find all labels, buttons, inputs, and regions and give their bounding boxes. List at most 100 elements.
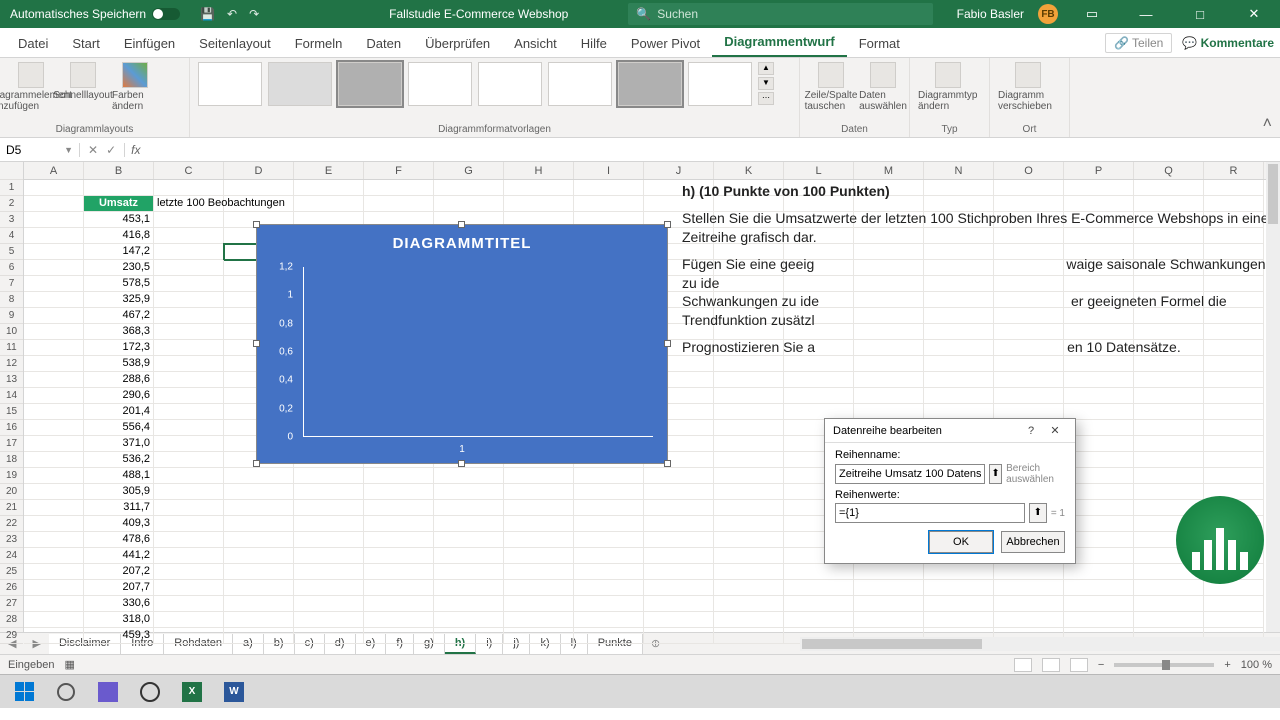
cell-K29[interactable] bbox=[714, 628, 784, 644]
cell-E21[interactable] bbox=[294, 500, 364, 516]
search-input[interactable] bbox=[657, 7, 925, 21]
cell-P27[interactable] bbox=[1064, 596, 1134, 612]
cell-B19[interactable]: 488,1 bbox=[84, 468, 154, 484]
cell-P13[interactable] bbox=[1064, 372, 1134, 388]
cell-B16[interactable]: 556,4 bbox=[84, 420, 154, 436]
cell-B10[interactable]: 368,3 bbox=[84, 324, 154, 340]
cell-O28[interactable] bbox=[994, 612, 1064, 628]
cell-O13[interactable] bbox=[994, 372, 1064, 388]
cell-K22[interactable] bbox=[714, 516, 784, 532]
minimize-icon[interactable]: — bbox=[1126, 7, 1166, 22]
cell-B3[interactable]: 453,1 bbox=[84, 212, 154, 228]
zoom-level[interactable]: 100 % bbox=[1241, 659, 1272, 671]
cell-H25[interactable] bbox=[504, 564, 574, 580]
cell-A12[interactable] bbox=[24, 356, 84, 372]
cell-B11[interactable]: 172,3 bbox=[84, 340, 154, 356]
cell-P28[interactable] bbox=[1064, 612, 1134, 628]
switch-row-col-button[interactable]: Zeile/Spalte tauschen bbox=[808, 62, 854, 112]
cell-G1[interactable] bbox=[434, 180, 504, 196]
formula-input[interactable] bbox=[146, 143, 1280, 157]
chart-style-7[interactable] bbox=[618, 62, 682, 106]
cell-B23[interactable]: 478,6 bbox=[84, 532, 154, 548]
chart-styles-gallery[interactable]: ▲▼⋯ bbox=[198, 62, 791, 122]
cell-I23[interactable] bbox=[574, 532, 644, 548]
cell-B22[interactable]: 409,3 bbox=[84, 516, 154, 532]
add-chart-element-button[interactable]: Diagrammelement hinzufügen bbox=[8, 62, 54, 112]
cell-A19[interactable] bbox=[24, 468, 84, 484]
cell-N13[interactable] bbox=[924, 372, 994, 388]
cell-A20[interactable] bbox=[24, 484, 84, 500]
chart-style-4[interactable] bbox=[408, 62, 472, 106]
change-colors-button[interactable]: Farben ändern bbox=[112, 62, 158, 112]
cell-M13[interactable] bbox=[854, 372, 924, 388]
cell-B6[interactable]: 230,5 bbox=[84, 260, 154, 276]
vertical-scrollbar[interactable] bbox=[1266, 162, 1280, 632]
cell-G24[interactable] bbox=[434, 548, 504, 564]
cell-A2[interactable] bbox=[24, 196, 84, 212]
cell-A4[interactable] bbox=[24, 228, 84, 244]
collapse-ribbon-icon[interactable]: ˄ bbox=[1255, 111, 1280, 137]
chart-style-5[interactable] bbox=[478, 62, 542, 106]
cell-I22[interactable] bbox=[574, 516, 644, 532]
cell-E28[interactable] bbox=[294, 612, 364, 628]
cell-D19[interactable] bbox=[224, 468, 294, 484]
cell-C13[interactable] bbox=[154, 372, 224, 388]
cell-A23[interactable] bbox=[24, 532, 84, 548]
cell-B13[interactable]: 288,6 bbox=[84, 372, 154, 388]
select-data-button[interactable]: Daten auswählen bbox=[860, 62, 906, 112]
cell-O26[interactable] bbox=[994, 580, 1064, 596]
cell-I25[interactable] bbox=[574, 564, 644, 580]
cell-D21[interactable] bbox=[224, 500, 294, 516]
cell-D29[interactable] bbox=[224, 628, 294, 644]
cell-L28[interactable] bbox=[784, 612, 854, 628]
cell-J28[interactable] bbox=[644, 612, 714, 628]
cell-K14[interactable] bbox=[714, 388, 784, 404]
cell-D2[interactable] bbox=[224, 196, 294, 212]
cell-K15[interactable] bbox=[714, 404, 784, 420]
chart-style-2[interactable] bbox=[268, 62, 332, 106]
chart-style-1[interactable] bbox=[198, 62, 262, 106]
fx-icon[interactable]: fx bbox=[125, 143, 146, 157]
cell-A16[interactable] bbox=[24, 420, 84, 436]
dialog-close-icon[interactable]: ✕ bbox=[1043, 424, 1067, 437]
cell-A25[interactable] bbox=[24, 564, 84, 580]
cell-C15[interactable] bbox=[154, 404, 224, 420]
cell-C11[interactable] bbox=[154, 340, 224, 356]
cell-C7[interactable] bbox=[154, 276, 224, 292]
cell-L26[interactable] bbox=[784, 580, 854, 596]
cell-R16[interactable] bbox=[1204, 420, 1264, 436]
cell-A17[interactable] bbox=[24, 436, 84, 452]
cell-C29[interactable] bbox=[154, 628, 224, 644]
cell-Q27[interactable] bbox=[1134, 596, 1204, 612]
cell-G2[interactable] bbox=[434, 196, 504, 212]
tab-ueberpruefen[interactable]: Überprüfen bbox=[413, 30, 502, 57]
cell-B29[interactable]: 459,3 bbox=[84, 628, 154, 644]
cell-B27[interactable]: 330,6 bbox=[84, 596, 154, 612]
cell-O27[interactable] bbox=[994, 596, 1064, 612]
cell-D23[interactable] bbox=[224, 532, 294, 548]
cell-F28[interactable] bbox=[364, 612, 434, 628]
cell-C18[interactable] bbox=[154, 452, 224, 468]
cell-H1[interactable] bbox=[504, 180, 574, 196]
cell-K21[interactable] bbox=[714, 500, 784, 516]
cell-G19[interactable] bbox=[434, 468, 504, 484]
cell-C23[interactable] bbox=[154, 532, 224, 548]
cell-E29[interactable] bbox=[294, 628, 364, 644]
cell-B5[interactable]: 147,2 bbox=[84, 244, 154, 260]
cell-J21[interactable] bbox=[644, 500, 714, 516]
cell-K28[interactable] bbox=[714, 612, 784, 628]
cell-F29[interactable] bbox=[364, 628, 434, 644]
cell-P25[interactable] bbox=[1064, 564, 1134, 580]
cell-A27[interactable] bbox=[24, 596, 84, 612]
cell-C8[interactable] bbox=[154, 292, 224, 308]
cell-N25[interactable] bbox=[924, 564, 994, 580]
tab-seitenlayout[interactable]: Seitenlayout bbox=[187, 30, 283, 57]
cell-E20[interactable] bbox=[294, 484, 364, 500]
cell-L25[interactable] bbox=[784, 564, 854, 580]
macro-record-icon[interactable]: ▦ bbox=[65, 658, 75, 671]
tab-format[interactable]: Format bbox=[847, 30, 912, 57]
search-box[interactable]: 🔍 bbox=[628, 3, 933, 25]
cell-E23[interactable] bbox=[294, 532, 364, 548]
move-chart-button[interactable]: Diagramm verschieben bbox=[998, 62, 1058, 112]
chart-object[interactable]: DIAGRAMMTITEL 1,2 1 0,8 0,6 0,4 0,2 0 1 bbox=[256, 224, 668, 464]
